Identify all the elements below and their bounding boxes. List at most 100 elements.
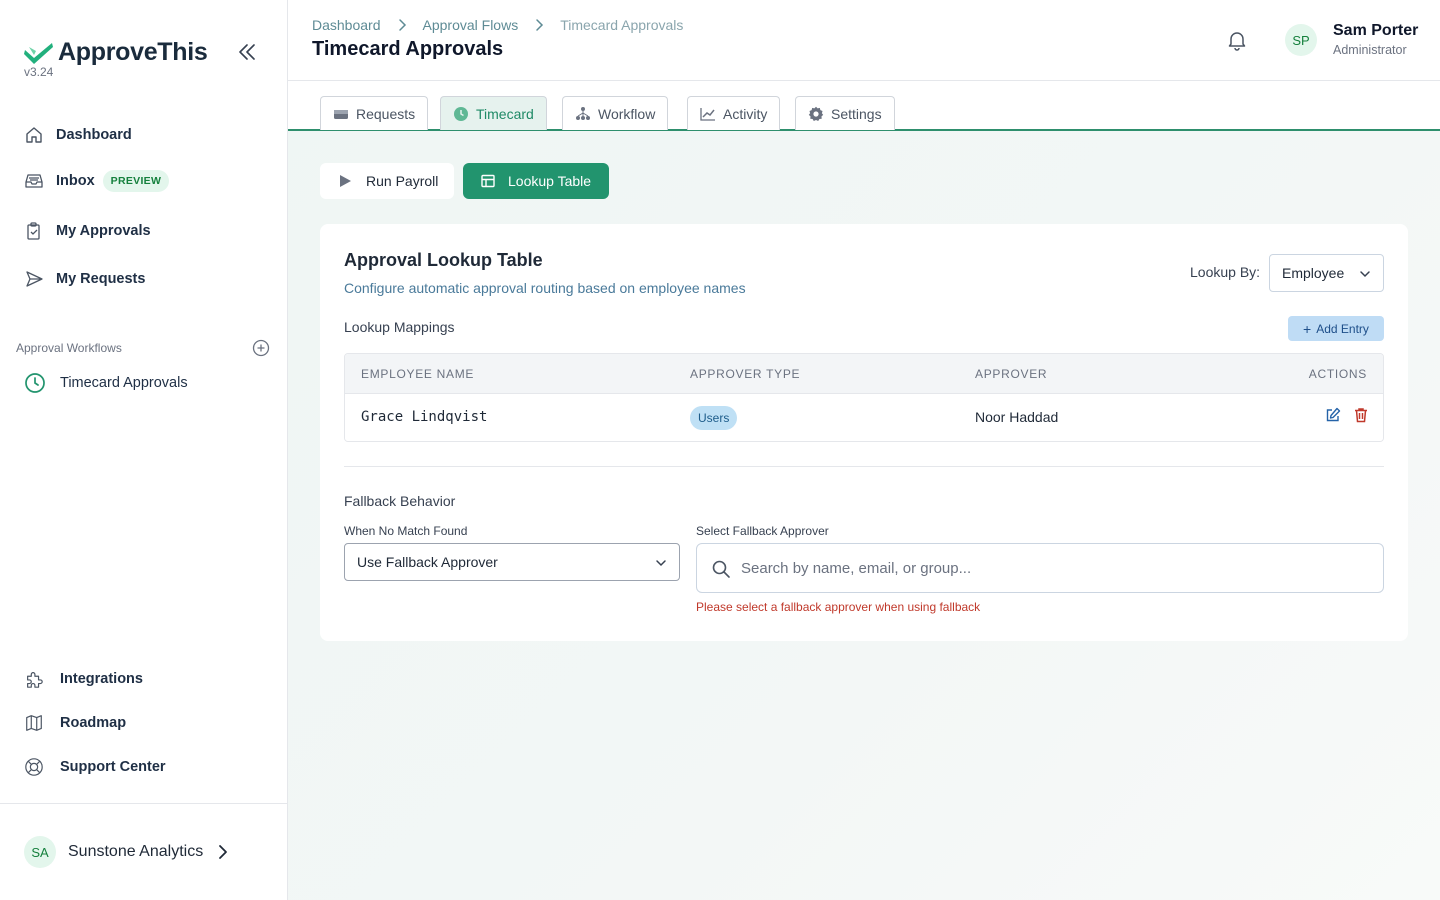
tab-timecard[interactable]: Timecard	[440, 96, 547, 130]
org-name: Sunstone Analytics	[68, 843, 204, 860]
trash-icon[interactable]	[1353, 407, 1369, 423]
nav-label: Roadmap	[60, 715, 127, 731]
lookup-table-button[interactable]: Lookup Table	[463, 163, 609, 199]
clock-icon	[454, 106, 468, 121]
search-icon	[712, 560, 730, 578]
select-value: Use Fallback Approver	[357, 554, 498, 570]
nav-inbox[interactable]: Inbox PREVIEW	[24, 169, 170, 193]
run-payroll-button[interactable]: Run Payroll	[320, 163, 454, 199]
user-role: Administrator	[1333, 43, 1407, 57]
chart-line-icon	[700, 107, 715, 121]
chevron-right-icon	[398, 19, 406, 31]
org-avatar: SA	[24, 836, 56, 868]
tab-workflow[interactable]: Workflow	[562, 96, 669, 130]
button-label: Lookup Table	[508, 173, 592, 189]
chevron-down-icon	[656, 560, 666, 567]
tab-settings[interactable]: Settings	[795, 96, 895, 130]
map-icon	[24, 713, 44, 733]
button-label: Add Entry	[1316, 321, 1369, 336]
nav-integrations[interactable]: Integrations	[24, 667, 143, 691]
lookup-by-label: Lookup By:	[1190, 264, 1261, 280]
button-label: Run Payroll	[366, 173, 439, 189]
nav-label: Support Center	[60, 759, 166, 775]
top-header: Dashboard Approval Flows Timecard Approv…	[288, 0, 1440, 81]
card-divider	[344, 466, 1384, 467]
select-value: Employee	[1282, 265, 1345, 281]
clipboard-check-icon	[24, 221, 44, 241]
lifebuoy-icon	[24, 757, 44, 777]
table-icon	[481, 174, 495, 188]
inbox-icon	[24, 171, 44, 191]
tray-icon	[334, 109, 348, 119]
search-input[interactable]	[741, 552, 1361, 584]
plus-icon: +	[1303, 320, 1312, 337]
breadcrumb: Dashboard Approval Flows Timecard Approv…	[312, 17, 683, 33]
breadcrumb-dashboard[interactable]: Dashboard	[312, 17, 381, 33]
gear-icon	[808, 106, 824, 121]
chevron-right-icon	[536, 19, 544, 31]
breadcrumb-approval-flows[interactable]: Approval Flows	[423, 17, 519, 33]
sidebar: ApproveThis v3.24 Dashboard Inbox PREVIE…	[0, 0, 288, 900]
collapse-sidebar-icon[interactable]	[236, 42, 258, 62]
chevron-down-icon	[1360, 271, 1370, 278]
card-subtitle: Configure automatic approval routing bas…	[344, 280, 746, 296]
nav-my-approvals[interactable]: My Approvals	[24, 219, 151, 243]
fallback-approver-search	[696, 543, 1384, 593]
add-workflow-icon[interactable]	[252, 339, 270, 357]
send-icon	[24, 269, 44, 289]
nav-my-requests[interactable]: My Requests	[24, 267, 145, 291]
approver-name: Noor Haddad	[975, 409, 1059, 425]
workflow-label: Timecard Approvals	[60, 375, 188, 391]
column-header: APPROVER	[975, 367, 1048, 381]
lookup-by-select[interactable]: Employee	[1269, 254, 1384, 292]
user-name: Sam Porter	[1333, 22, 1419, 39]
nav-roadmap[interactable]: Roadmap	[24, 711, 126, 735]
lookup-table-card: Approval Lookup Table Configure automati…	[320, 224, 1408, 641]
sidebar-divider	[0, 803, 287, 804]
fallback-error-message: Please select a fallback approver when u…	[696, 600, 981, 614]
clock-icon	[25, 373, 45, 393]
no-match-label: When No Match Found	[344, 524, 468, 538]
org-switcher[interactable]: SA Sunstone Analytics	[24, 836, 229, 868]
fallback-title: Fallback Behavior	[344, 493, 456, 509]
mappings-table: EMPLOYEE NAME APPROVER TYPE APPROVER ACT…	[344, 353, 1384, 442]
user-avatar[interactable]: SP	[1285, 24, 1317, 56]
tab-bar: Requests Timecard Workflow Activity Sett…	[288, 81, 1440, 131]
app-version: v3.24	[24, 65, 54, 79]
column-header: EMPLOYEE NAME	[361, 367, 475, 381]
app-name: ApproveThis	[58, 38, 208, 66]
edit-icon[interactable]	[1325, 407, 1341, 423]
nav-label: My Approvals	[56, 223, 151, 239]
tab-requests[interactable]: Requests	[320, 96, 429, 130]
tab-label: Activity	[723, 105, 768, 122]
tab-label: Settings	[831, 105, 882, 122]
nav-label: Dashboard	[56, 127, 132, 143]
puzzle-icon	[24, 669, 44, 689]
no-match-select[interactable]: Use Fallback Approver	[344, 543, 680, 581]
nav-label: Integrations	[60, 671, 143, 687]
approver-type-badge: Users	[690, 406, 738, 430]
app-logo[interactable]: ApproveThis	[24, 38, 208, 67]
play-icon	[340, 175, 351, 187]
nav-dashboard[interactable]: Dashboard	[24, 123, 132, 147]
employee-name: Grace Lindqvist	[361, 409, 488, 425]
tab-activity[interactable]: Activity	[687, 96, 781, 130]
workflow-timecard-approvals[interactable]: Timecard Approvals	[24, 372, 188, 394]
tab-label: Workflow	[598, 105, 656, 122]
nav-label: Inbox	[56, 173, 95, 189]
table-row: Grace Lindqvist Users Noor Haddad	[345, 394, 1383, 441]
add-entry-button[interactable]: + Add Entry	[1288, 316, 1384, 341]
tab-label: Timecard	[476, 105, 534, 122]
workflows-section-title: Approval Workflows	[16, 341, 122, 355]
workflow-icon	[576, 106, 590, 120]
bell-icon[interactable]	[1226, 29, 1248, 51]
nav-support-center[interactable]: Support Center	[24, 755, 166, 779]
main-content: Requests Timecard Workflow Activity Sett…	[288, 81, 1440, 900]
card-title: Approval Lookup Table	[344, 250, 543, 270]
mappings-label: Lookup Mappings	[344, 319, 455, 335]
chevron-right-icon	[219, 845, 228, 859]
logo-check-icon	[24, 42, 53, 64]
select-fallback-label: Select Fallback Approver	[696, 524, 829, 538]
column-header: ACTIONS	[1308, 367, 1367, 381]
breadcrumb-current[interactable]: Timecard Approvals	[560, 17, 683, 33]
